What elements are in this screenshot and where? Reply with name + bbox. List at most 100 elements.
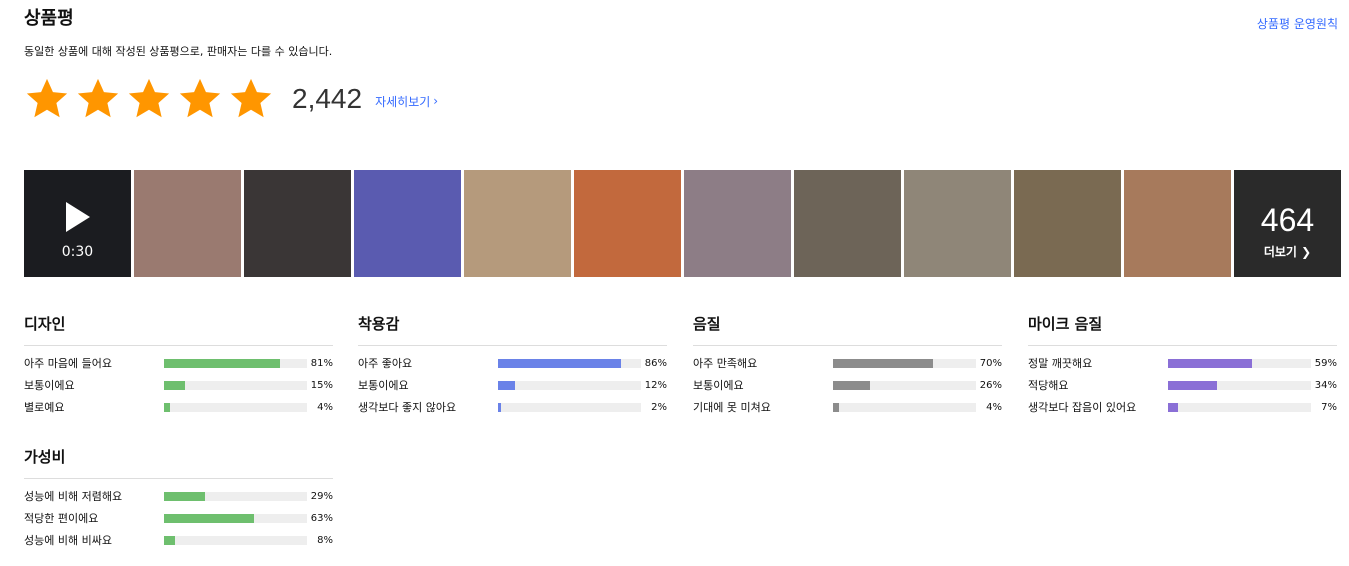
review-photo-thumbnail[interactable] [574,170,681,277]
survey-option: 아주 좋아요 86% [358,352,667,374]
option-percent: 4% [986,401,1002,413]
survey-title: 음질 [693,315,721,333]
review-notice: 동일한 상품에 대해 작성된 상품평으로, 판매자는 다를 수 있습니다. [24,45,333,58]
survey-option: 기대에 못 미쳐요 4% [693,396,1002,418]
section-title: 상품평 [24,8,74,29]
more-photos-label: 더보기 ❯ [1263,245,1312,259]
survey-title: 가성비 [24,448,66,466]
star-icon [128,78,170,118]
option-bar [164,380,307,390]
review-photo-thumbnail[interactable] [904,170,1011,277]
option-bar-fill [164,380,186,390]
review-photo-thumbnail[interactable] [354,170,461,277]
survey-option: 아주 마음에 들어요 81% [24,352,333,374]
survey-option: 아주 만족해요 70% [693,352,1002,374]
divider [358,345,667,346]
rating-summary: 2,442 자세히보기 › [24,76,438,122]
option-bar-fill [164,358,280,368]
option-label: 성능에 비해 저렴해요 [24,490,123,503]
option-percent: 7% [1321,401,1337,413]
option-bar [164,535,307,545]
divider [24,478,333,479]
option-percent: 34% [1314,379,1337,391]
option-bar-fill [164,402,170,412]
survey-option: 정말 깨끗해요 59% [1028,352,1337,374]
option-bar-fill [164,491,206,501]
option-percent: 26% [979,379,1002,391]
more-photos-button[interactable]: 464 더보기 ❯ [1234,170,1341,277]
option-percent: 29% [310,490,333,502]
survey-section: 마이크 음질정말 깨끗해요 59% 적당해요 34% 생각보다 잡음이 있어요 7% [1028,313,1337,418]
option-bar [1168,402,1311,412]
survey-option: 생각보다 잡음이 있어요 7% [1028,396,1337,418]
chevron-right-icon: › [433,94,439,108]
review-video-thumbnail[interactable]: 0:30 [24,170,131,277]
review-photo-thumbnail[interactable] [794,170,901,277]
option-bar [498,358,641,368]
star-rating [24,76,274,122]
video-duration: 0:30 [61,244,94,260]
detail-link[interactable]: 자세히보기 › [375,93,438,110]
option-label: 적당한 편이에요 [24,512,99,525]
option-label: 보통이에요 [693,379,744,392]
review-photo-strip: 0:30 464 더보기 ❯ [24,170,1341,277]
survey-option: 성능에 비해 비싸요 8% [24,529,333,551]
survey-option: 별로예요 4% [24,396,333,418]
option-percent: 4% [317,401,333,413]
survey-option: 적당한 편이에요 63% [24,507,333,529]
option-bar-fill [1168,358,1253,368]
review-photo-thumbnail[interactable] [134,170,241,277]
option-bar-fill [498,358,621,368]
option-bar-fill [498,402,501,412]
review-photo-thumbnail[interactable] [684,170,791,277]
option-bar-fill [164,513,255,523]
star-icon [230,78,272,118]
star-icon [26,78,68,118]
option-percent: 63% [310,512,333,524]
option-label: 정말 깨끗해요 [1028,357,1093,370]
divider [1028,345,1337,346]
review-photo-thumbnail[interactable] [464,170,571,277]
option-bar-fill [833,402,839,412]
option-percent: 70% [979,357,1002,369]
option-label: 아주 만족해요 [693,357,758,370]
option-bar-fill [1168,380,1217,390]
review-photo-thumbnail[interactable] [1124,170,1231,277]
option-bar-fill [1168,402,1178,412]
option-bar [498,380,641,390]
option-bar-fill [164,535,176,545]
option-percent: 15% [310,379,333,391]
survey-option: 보통이에요 26% [693,374,1002,396]
review-photo-thumbnail[interactable] [244,170,351,277]
option-label: 생각보다 잡음이 있어요 [1028,401,1137,414]
option-bar [498,402,641,412]
option-label: 기대에 못 미쳐요 [693,401,771,414]
option-label: 별로예요 [24,401,65,414]
survey-option: 성능에 비해 저렴해요 29% [24,485,333,507]
option-bar [833,380,976,390]
survey-section: 착용감 아주 좋아요 86% 보통이에요 12% 생각보다 좋지 않아요 2% [358,313,667,418]
option-bar [1168,358,1311,368]
option-percent: 2% [651,401,667,413]
option-percent: 86% [644,357,667,369]
survey-section: 디자인 아주 마음에 들어요 81% 보통이에요 15% 별로예요 4% [24,313,333,418]
survey-title: 착용감 [358,315,400,333]
option-label: 적당해요 [1028,379,1069,392]
divider [693,345,1002,346]
survey-title: 마이크 음질 [1028,315,1103,333]
option-bar [164,402,307,412]
star-icon [179,78,221,118]
option-percent: 81% [310,357,333,369]
option-bar [164,513,307,523]
more-photos-count: 464 [1260,202,1315,238]
survey-option: 보통이에요 12% [358,374,667,396]
survey-option: 보통이에요 15% [24,374,333,396]
option-bar-fill [498,380,516,390]
option-bar-fill [833,380,871,390]
option-bar [833,358,976,368]
option-bar [1168,380,1311,390]
review-photo-thumbnail[interactable] [1014,170,1121,277]
review-policy-link[interactable]: 상품평 운영원칙 [1257,15,1338,32]
option-label: 성능에 비해 비싸요 [24,534,112,547]
option-bar [833,402,976,412]
